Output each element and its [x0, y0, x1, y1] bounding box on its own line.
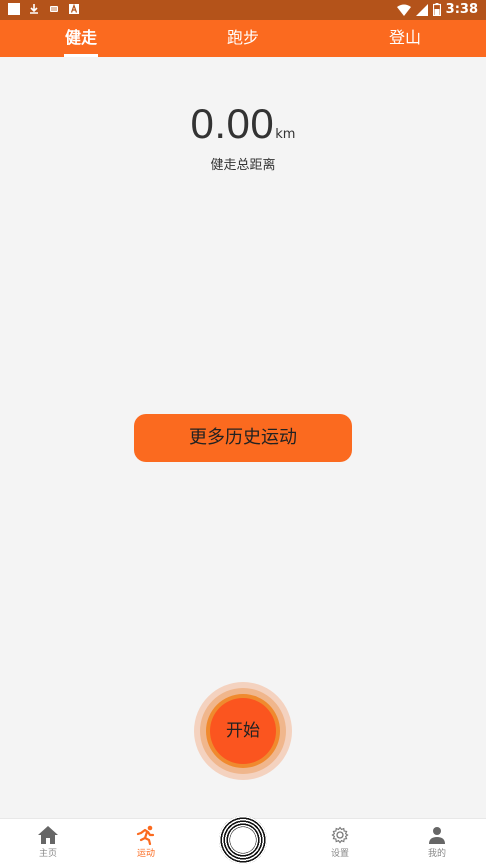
wifi-icon: [396, 4, 411, 16]
center-action-button[interactable]: [219, 816, 267, 864]
gear-icon: [331, 826, 349, 844]
person-icon: [429, 827, 445, 844]
nav-item-mine[interactable]: 我的: [407, 819, 467, 865]
notification-square-icon: [8, 3, 20, 15]
font-icon: [69, 3, 79, 14]
nav-item-home[interactable]: 主页: [18, 819, 78, 865]
nav-item-sport[interactable]: 运动: [116, 819, 176, 865]
nav-label-home: 主页: [38, 849, 57, 859]
nav-label-sport: 运动: [136, 849, 155, 859]
tab-running[interactable]: 跑步: [218, 20, 268, 57]
home-icon: [38, 826, 58, 844]
top-tab-bar: 健走 跑步 登山: [0, 20, 486, 57]
distance-unit: km: [275, 127, 296, 142]
center-button-hole: [230, 827, 256, 853]
storage-icon: [50, 6, 58, 12]
status-time: 3:38: [445, 2, 478, 17]
download-icon: [30, 4, 38, 14]
signal-icon: [415, 3, 428, 16]
nav-item-settings[interactable]: 设置: [310, 819, 370, 865]
tab-hiking[interactable]: 登山: [380, 20, 430, 57]
more-history-button[interactable]: 更多历史运动: [134, 414, 352, 462]
nav-label-settings: 设置: [330, 849, 349, 859]
battery-icon: [432, 3, 441, 16]
active-tab-indicator: [64, 54, 98, 57]
running-icon: [136, 825, 155, 845]
total-distance: 0.00km: [0, 100, 486, 148]
status-bar: 3:38: [0, 0, 486, 20]
nav-label-mine: 我的: [427, 849, 446, 859]
tab-walking[interactable]: 健走: [56, 20, 106, 57]
distance-value: 0.00: [190, 100, 275, 147]
start-button-wrapper: 开始: [194, 682, 292, 780]
distance-label: 健走总距离: [210, 158, 276, 173]
start-button[interactable]: 开始: [210, 698, 276, 764]
